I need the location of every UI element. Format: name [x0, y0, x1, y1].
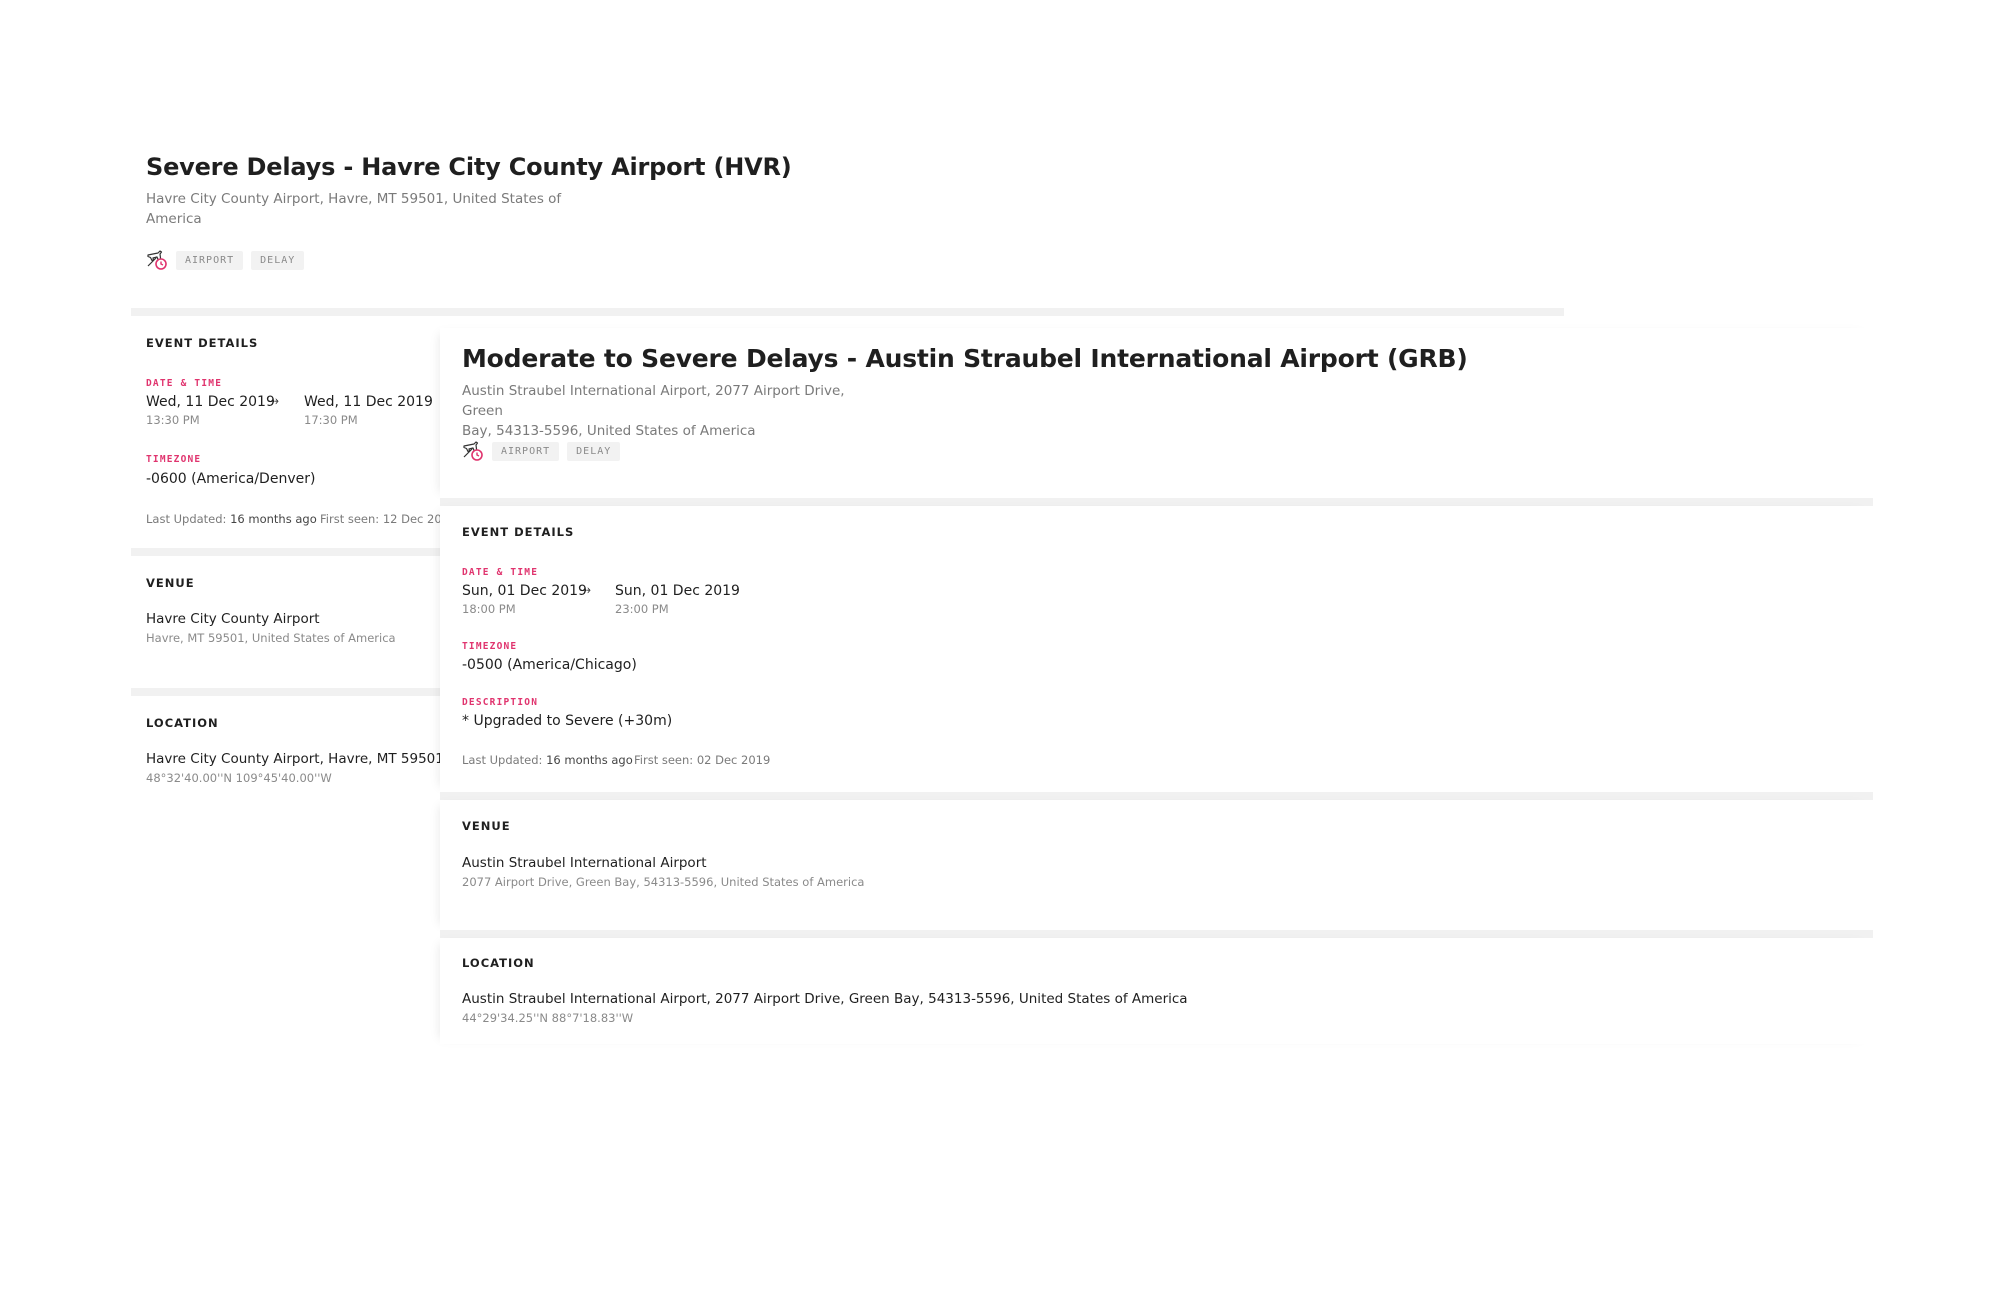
timezone-value: -0600 (America/Denver) [146, 471, 316, 487]
section-heading: LOCATION [462, 956, 535, 970]
section-heading: LOCATION [146, 716, 219, 730]
plane-delay-icon [462, 440, 484, 462]
section-divider [131, 548, 440, 556]
start-datetime: Wed, 11 Dec 2019 13:30 PM [146, 394, 275, 427]
event-card-hvr: Severe Delays - Havre City County Airpor… [131, 131, 1564, 311]
date-time-label: DATE & TIME [462, 567, 539, 578]
location-section: LOCATION Havre City County Airport, Havr… [131, 696, 440, 804]
tag-airport[interactable]: AIRPORT [176, 250, 244, 270]
section-divider [131, 688, 440, 696]
section-divider [131, 308, 1564, 316]
last-updated: Last Updated: 16 months ago [146, 512, 317, 526]
timezone-label: TIMEZONE [462, 641, 518, 652]
date-time-label: DATE & TIME [146, 378, 223, 389]
event-title: Severe Delays - Havre City County Airpor… [146, 153, 792, 181]
venue-info: Austin Straubel International Airport 20… [462, 855, 865, 889]
plane-delay-icon [146, 249, 168, 271]
end-datetime: Wed, 11 Dec 2019 17:30 PM [304, 394, 433, 427]
arrow-right-icon: ⤑ [580, 582, 592, 598]
description-value: * Upgraded to Severe (+30m) [462, 713, 673, 729]
event-details-section: EVENT DETAILS DATE & TIME Wed, 11 Dec 20… [131, 316, 440, 548]
location-info: Havre City County Airport, Havre, MT 595… [146, 751, 440, 785]
timezone-value: -0500 (America/Chicago) [462, 657, 637, 673]
section-divider [440, 498, 1873, 506]
arrow-right-icon: ⤑ [268, 393, 280, 409]
event-tags: AIRPORT DELAY [462, 440, 621, 462]
event-card-grb: Moderate to Severe Delays - Austin Strau… [440, 328, 1873, 498]
timezone-label: TIMEZONE [146, 454, 202, 465]
venue-section: VENUE Havre City County Airport Havre, M… [131, 556, 440, 688]
section-heading: EVENT DETAILS [462, 525, 575, 539]
event-address: Havre City County Airport, Havre, MT 595… [146, 191, 562, 227]
first-seen: First seen: 12 Dec 201 [320, 512, 440, 526]
section-heading: VENUE [462, 819, 511, 833]
venue-info: Havre City County Airport Havre, MT 5950… [146, 611, 396, 645]
tag-delay[interactable]: DELAY [567, 441, 621, 461]
location-section: LOCATION Austin Straubel International A… [440, 938, 1873, 1044]
section-divider [440, 930, 1873, 938]
event-title: Moderate to Severe Delays - Austin Strau… [462, 344, 1468, 373]
tag-airport[interactable]: AIRPORT [492, 441, 560, 461]
section-heading: VENUE [146, 576, 195, 590]
end-datetime: Sun, 01 Dec 2019 23:00 PM [615, 583, 740, 616]
tag-delay[interactable]: DELAY [251, 250, 305, 270]
venue-section: VENUE Austin Straubel International Airp… [440, 800, 1873, 930]
location-info: Austin Straubel International Airport, 2… [462, 991, 1188, 1025]
section-heading: EVENT DETAILS [146, 336, 259, 350]
first-seen: First seen: 02 Dec 2019 [634, 753, 771, 767]
section-divider [440, 792, 1873, 800]
event-tags: AIRPORT DELAY [146, 249, 305, 271]
event-address: Austin Straubel International Airport, 2… [462, 383, 845, 439]
start-datetime: Sun, 01 Dec 2019 18:00 PM [462, 583, 587, 616]
event-details-section: EVENT DETAILS DATE & TIME Sun, 01 Dec 20… [440, 506, 1873, 792]
last-updated: Last Updated: 16 months ago [462, 753, 633, 767]
description-label: DESCRIPTION [462, 697, 539, 708]
